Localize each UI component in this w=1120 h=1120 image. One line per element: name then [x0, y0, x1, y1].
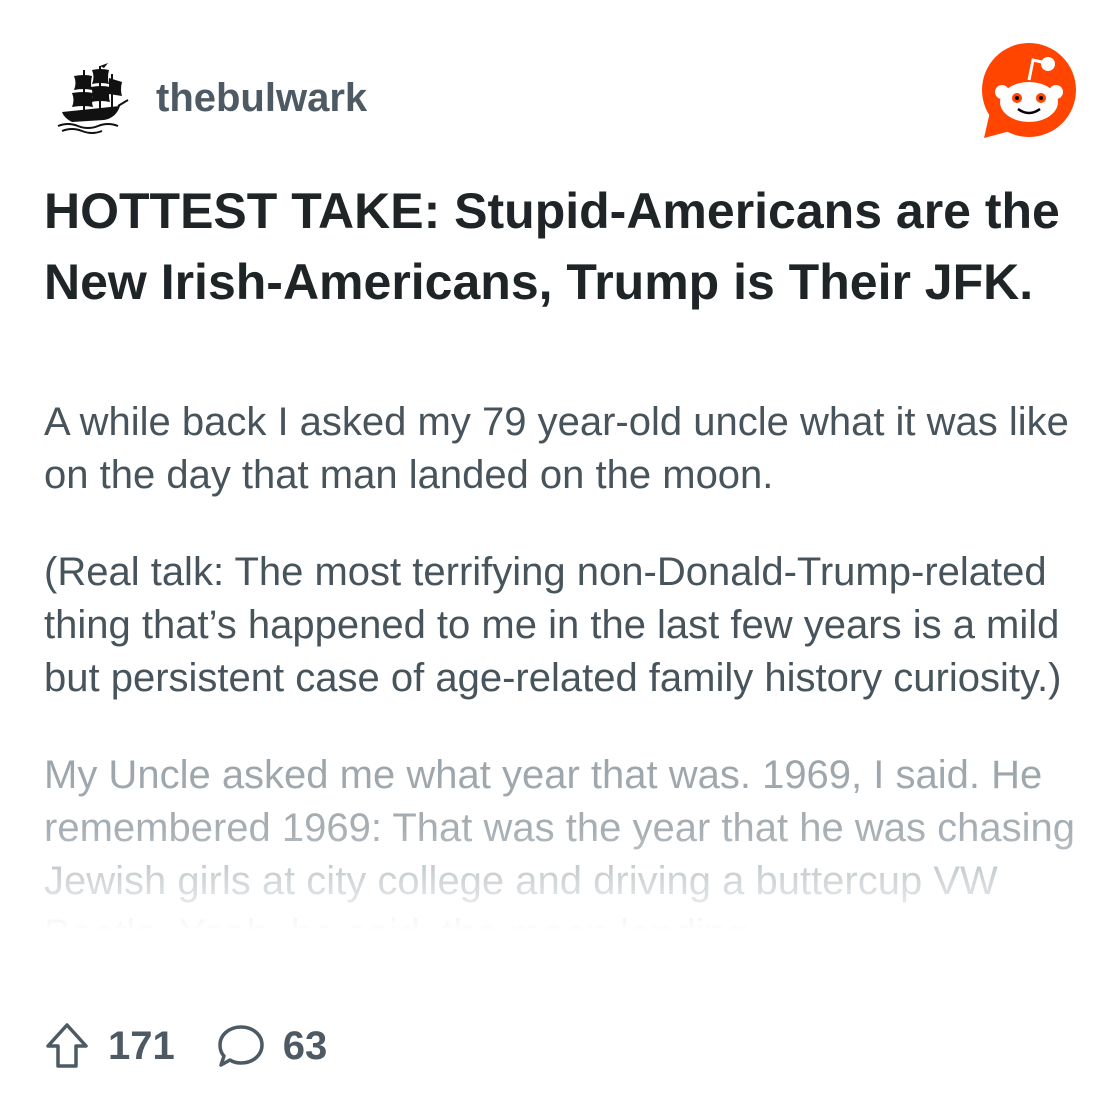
post-title[interactable]: HOTTEST TAKE: Stupid-Americans are the N…	[44, 176, 1084, 318]
comment-count: 63	[282, 1023, 328, 1068]
post-header: thebulwark	[54, 58, 367, 138]
comments-button[interactable]: 63	[217, 1023, 328, 1069]
pirate-ship-icon[interactable]	[54, 60, 130, 136]
upvote-arrow-icon[interactable]	[44, 1022, 90, 1070]
upvote-button[interactable]: 171	[44, 1022, 175, 1070]
post-paragraph: (Real talk: The most terrifying non-Dona…	[44, 550, 1062, 700]
post-stats: 171 63	[44, 1018, 369, 1074]
upvote-count: 171	[108, 1023, 175, 1068]
post-paragraph: A while back I asked my 79 year-old uncl…	[44, 400, 1069, 497]
comment-bubble-icon[interactable]	[217, 1023, 265, 1069]
post-body: A while back I asked my 79 year-old uncl…	[44, 396, 1094, 986]
reddit-snoo-icon[interactable]	[980, 42, 1078, 142]
post-author-username[interactable]: thebulwark	[156, 76, 367, 121]
post-paragraph-faded: My Uncle asked me what year that was. 19…	[44, 749, 1094, 931]
